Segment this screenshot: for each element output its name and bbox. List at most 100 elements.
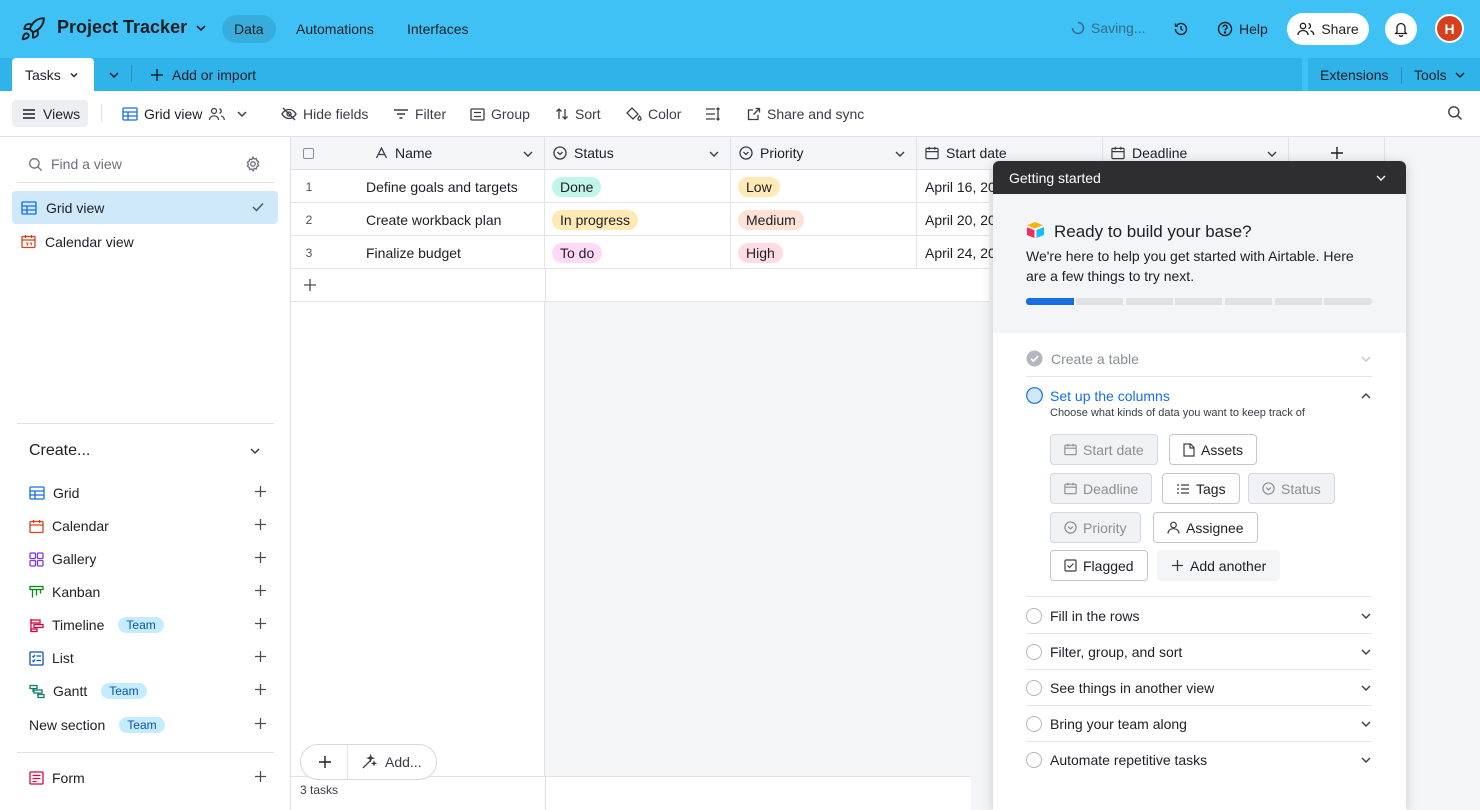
cell-priority[interactable]: High (731, 236, 917, 269)
add-or-import-button[interactable]: Add or import (150, 67, 256, 83)
view-settings-button[interactable] (245, 156, 261, 172)
chevron-up-icon[interactable] (1360, 390, 1372, 402)
find-view-input[interactable]: Find a view (28, 156, 122, 172)
cell-start-date[interactable]: April 24, 20 (917, 236, 997, 269)
chip-add-another[interactable]: Add another (1157, 550, 1281, 581)
color-button[interactable]: Color (626, 105, 681, 123)
tab-tasks[interactable]: Tasks (12, 58, 94, 91)
chip-priority[interactable]: Priority (1050, 512, 1141, 543)
gallery-icon (29, 551, 44, 567)
column-header-priority[interactable]: Priority (731, 137, 917, 170)
create-section-heading[interactable]: Create... (29, 442, 90, 460)
cell-status[interactable]: Done (545, 170, 731, 203)
add-record-button[interactable] (318, 755, 332, 769)
create-gallery-item[interactable]: Gallery (29, 548, 267, 570)
table-row[interactable]: 2 Create workback plan In progress Mediu… (291, 203, 996, 236)
select-all-checkbox[interactable] (303, 147, 314, 159)
cell-name[interactable]: Define goals and targets (366, 170, 545, 203)
search-button[interactable] (1447, 105, 1463, 121)
add-row[interactable] (291, 269, 989, 302)
create-collapse-button[interactable] (249, 445, 261, 457)
nav-automations[interactable]: Automations (284, 15, 386, 43)
cell-start-date[interactable]: April 16, 20 (917, 170, 997, 203)
chip-assignee[interactable]: Assignee (1153, 512, 1258, 543)
create-list-item[interactable]: List (29, 647, 267, 669)
cell-name[interactable]: Create workback plan (366, 203, 545, 236)
progress-segment (1324, 298, 1372, 305)
chip-start-date[interactable]: Start date (1050, 434, 1158, 465)
grid-icon (21, 200, 37, 215)
nav-interfaces[interactable]: Interfaces (395, 15, 480, 43)
create-gantt-item[interactable]: Gantt Team (29, 680, 267, 702)
chip-flagged[interactable]: Flagged (1050, 550, 1148, 581)
create-grid-item[interactable]: Grid (29, 482, 267, 504)
menu-icon (22, 108, 36, 120)
chip-label: Deadline (1083, 480, 1139, 497)
column-header-label: Start date (946, 145, 1007, 161)
grid-view-switcher[interactable]: Grid view (122, 105, 248, 123)
column-header-name[interactable]: Name (291, 137, 545, 170)
cell-start-date[interactable]: April 20, 20 (917, 203, 997, 236)
nav-data[interactable]: Data (222, 15, 276, 43)
create-form-item[interactable]: Form (29, 767, 267, 789)
views-toggle-button[interactable]: Views (12, 100, 88, 127)
extensions-button[interactable]: Extensions (1320, 67, 1388, 83)
step-create-table[interactable]: Create a table (1026, 341, 1372, 377)
tools-button[interactable]: Tools (1414, 67, 1466, 83)
notifications-button[interactable] (1385, 13, 1417, 45)
base-title[interactable]: Project Tracker (57, 17, 207, 38)
step-automate[interactable]: Automate repetitive tasks (1026, 742, 1372, 778)
plus-icon (150, 68, 164, 82)
step-label[interactable]: Set up the columns (1050, 388, 1170, 404)
step-team-along[interactable]: Bring your team along (1026, 706, 1372, 742)
share-and-sync-button[interactable]: Share and sync (747, 105, 864, 123)
help-button[interactable]: Help (1217, 21, 1268, 37)
external-link-icon (747, 107, 761, 121)
group-button[interactable]: Group (470, 105, 530, 123)
step-fill-rows[interactable]: Fill in the rows (1026, 598, 1372, 634)
history-button[interactable] (1173, 21, 1189, 37)
sort-button[interactable]: Sort (555, 105, 601, 123)
table-row[interactable]: 1 Define goals and targets Done Low Apri… (291, 170, 996, 203)
record-count: 3 tasks (300, 783, 339, 797)
chevron-down-icon[interactable] (1375, 172, 1387, 184)
create-kanban-item[interactable]: Kanban (29, 581, 267, 603)
single-select-icon (1262, 482, 1275, 495)
sort-label: Sort (575, 106, 601, 122)
rocket-logo-icon[interactable] (20, 16, 46, 42)
sidebar-item-grid-view[interactable]: Grid view (12, 191, 278, 224)
create-calendar-item[interactable]: Calendar (29, 515, 267, 537)
avatar[interactable]: H (1435, 14, 1464, 43)
table-row[interactable]: 3 Finalize budget To do High April 24, 2… (291, 236, 996, 269)
cell-name[interactable]: Finalize budget (366, 236, 545, 269)
calendar-icon (1111, 146, 1125, 160)
all-tables-chevron-button[interactable] (108, 69, 120, 81)
step-another-view[interactable]: See things in another view (1026, 670, 1372, 706)
hide-fields-button[interactable]: Hide fields (281, 105, 368, 123)
chip-assets[interactable]: Assets (1169, 434, 1258, 465)
cell-priority[interactable]: Medium (731, 203, 917, 236)
column-header-status[interactable]: Status (545, 137, 731, 170)
text-field-icon (375, 147, 388, 159)
cell-status[interactable]: In progress (545, 203, 731, 236)
plus-icon (303, 278, 317, 292)
add-with-ai-button[interactable]: Add... (361, 754, 422, 770)
cell-status[interactable]: To do (545, 236, 731, 269)
step-label: Fill in the rows (1050, 607, 1140, 624)
share-button[interactable]: Share (1287, 13, 1369, 45)
create-item-label: Grid (53, 485, 80, 501)
chip-tags[interactable]: Tags (1162, 473, 1240, 504)
chip-deadline[interactable]: Deadline (1050, 473, 1153, 504)
create-new-section-item[interactable]: New section Team (29, 714, 267, 736)
filter-button[interactable]: Filter (393, 105, 446, 123)
create-item-label: Kanban (52, 584, 101, 600)
sidebar-item-calendar-view[interactable]: Calendar view (12, 225, 278, 258)
find-view-placeholder: Find a view (51, 156, 122, 172)
row-height-button[interactable] (705, 105, 721, 123)
progress-segment (1275, 298, 1322, 305)
cell-priority[interactable]: Low (731, 170, 917, 203)
getting-started-header[interactable]: Getting started (993, 161, 1406, 194)
step-filter-group-sort[interactable]: Filter, group, and sort (1026, 634, 1372, 670)
create-timeline-item[interactable]: Timeline Team (29, 614, 267, 636)
chip-status[interactable]: Status (1248, 473, 1335, 504)
